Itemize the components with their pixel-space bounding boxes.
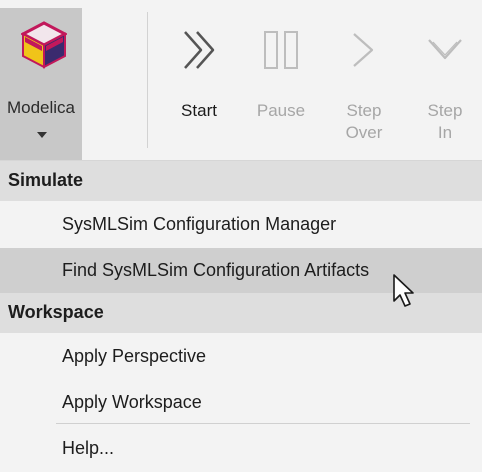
menu-item-apply-perspective[interactable]: Apply Perspective bbox=[0, 334, 482, 380]
menu-section-header-simulate: Simulate bbox=[0, 161, 482, 201]
pause-label: Pause bbox=[256, 101, 306, 120]
step-in-label-line1: Step bbox=[427, 101, 463, 120]
modelica-dropdown-button[interactable]: Modelica bbox=[0, 8, 82, 160]
menu-item-apply-workspace[interactable]: Apply Workspace bbox=[0, 380, 482, 426]
step-in-icon bbox=[428, 39, 462, 60]
toolbar-separator bbox=[147, 12, 148, 148]
menu-item-label: Apply Workspace bbox=[62, 392, 202, 412]
menu-item-sysmlsim-configuration-manager[interactable]: SysMLSim Configuration Manager bbox=[0, 202, 482, 248]
start-label: Start bbox=[181, 101, 217, 120]
mouse-pointer-icon bbox=[393, 274, 414, 307]
section-label: Workspace bbox=[8, 302, 104, 322]
start-button[interactable]: Start bbox=[164, 28, 234, 122]
menu-item-label: SysMLSim Configuration Manager bbox=[62, 214, 337, 234]
menu-item-help[interactable]: Help... bbox=[0, 426, 482, 472]
section-label: Simulate bbox=[8, 170, 84, 190]
menu-separator bbox=[56, 423, 470, 424]
pause-button[interactable]: Pause bbox=[246, 28, 316, 122]
menu-item-label: Apply Perspective bbox=[62, 346, 207, 366]
ribbon-toolbar: Modelica Start Pause Step Over Step In bbox=[0, 0, 482, 160]
step-over-icon bbox=[353, 33, 374, 67]
menu-item-label: Find SysMLSim Configuration Artifacts bbox=[62, 260, 370, 280]
step-in-label: Step In bbox=[410, 100, 480, 144]
step-over-label: Step Over bbox=[329, 100, 399, 144]
step-in-label-line2: In bbox=[437, 123, 453, 142]
step-over-label-line2: Over bbox=[345, 123, 383, 142]
menu-item-label: Help... bbox=[62, 438, 115, 458]
modelica-dropdown-menu: Simulate SysMLSim Configuration Manager … bbox=[0, 160, 482, 472]
modelica-label: Modelica bbox=[6, 98, 76, 117]
step-in-button[interactable]: Step In bbox=[410, 28, 480, 144]
step-over-label-line1: Step bbox=[346, 101, 382, 120]
pause-icon bbox=[264, 31, 298, 69]
start-icon bbox=[184, 31, 215, 69]
step-over-button[interactable]: Step Over bbox=[329, 28, 399, 144]
chevron-down-icon bbox=[37, 132, 47, 138]
modelica-cube-icon bbox=[21, 21, 67, 69]
